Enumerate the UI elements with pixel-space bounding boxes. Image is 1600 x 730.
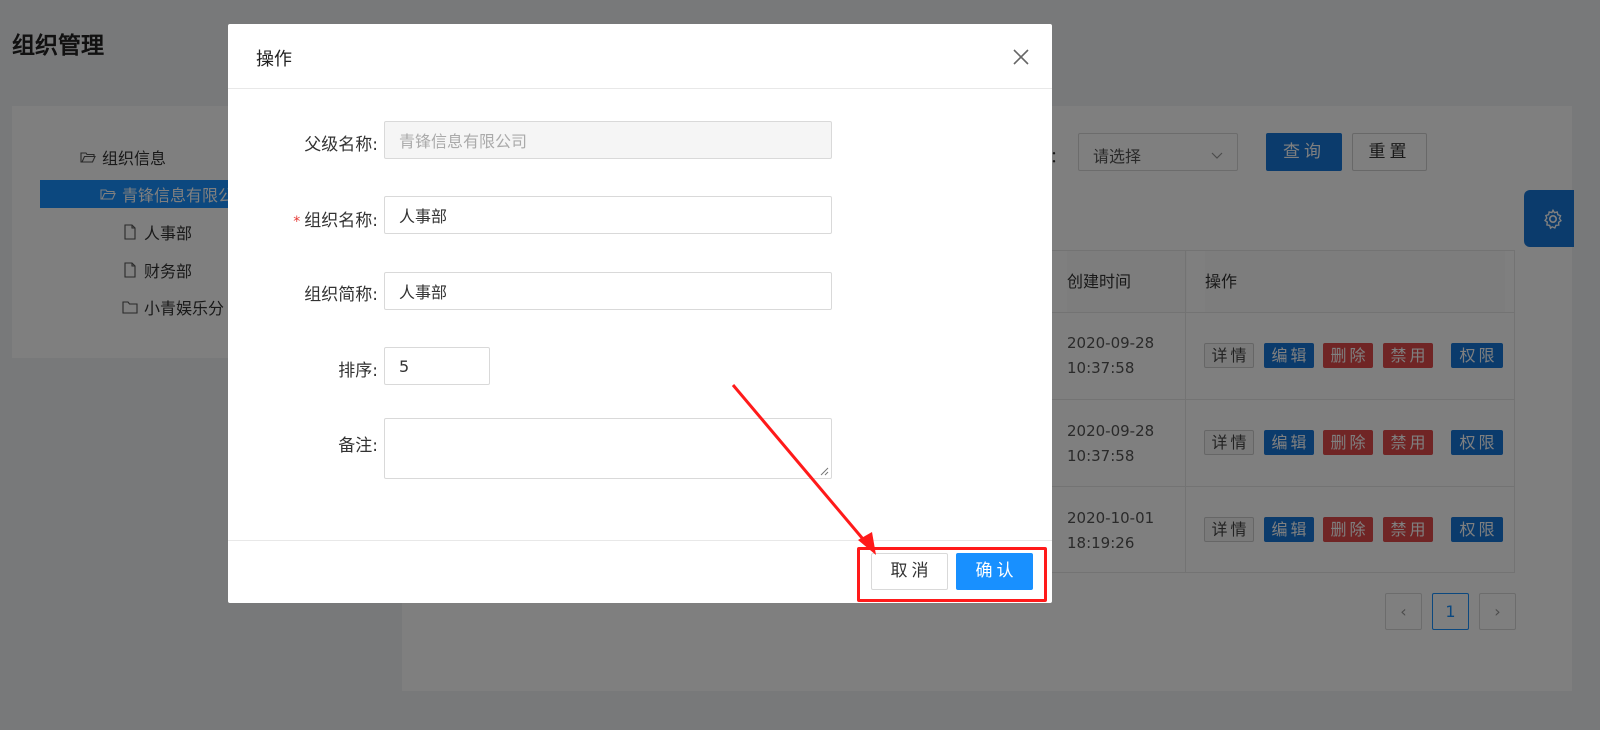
close-icon [1013,49,1029,65]
annotation-highlight-box [857,547,1047,602]
org-name-input[interactable] [384,196,832,234]
org-name-label-text: 组织名称: [304,211,378,231]
org-short-name-input[interactable] [384,272,832,310]
sort-label: 排序: [338,361,378,381]
org-short-name-label: 组织简称: [304,285,378,305]
remark-textarea[interactable] [384,418,832,479]
remark-label: 备注: [338,436,378,456]
sort-input[interactable] [384,347,490,385]
operation-dialog: 操作 父级名称: *组织名称: 组织简称: 排序: 备注: 取消 确认 [228,24,1052,603]
resize-grip-icon[interactable] [819,466,829,476]
dialog-header: 操作 [228,24,1052,89]
org-name-label: * 组织名称: [228,206,378,231]
dialog-title: 操作 [256,49,292,70]
close-button[interactable] [1012,48,1030,66]
parent-name-label: 父级名称: [304,135,378,155]
parent-name-input [384,121,832,159]
required-marker: * [293,214,301,230]
dialog-footer-divider [228,540,1052,541]
